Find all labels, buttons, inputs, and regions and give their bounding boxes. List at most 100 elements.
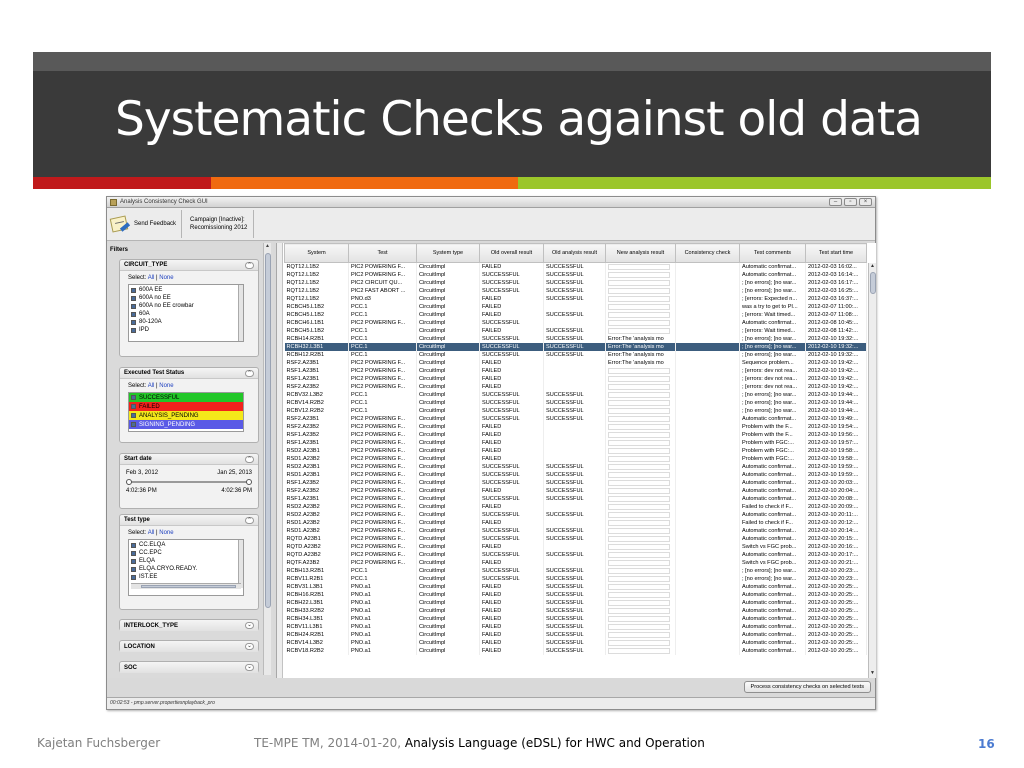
checkbox[interactable] — [131, 295, 136, 301]
table-row[interactable]: RSF2.A23B2 PIC2 POWERING F... CircuitImpl F… — [284, 487, 867, 495]
table-row[interactable]: RQT12.L1B2 PIC2 POWERING F... CircuitImpl F… — [284, 262, 867, 271]
table-row[interactable]: RQT12.L1B2 PIC2 FAST ABORT ... CircuitImpl… — [284, 287, 867, 295]
circuit-type-header[interactable]: CIRCUIT_TYPE ⌃ — [120, 260, 258, 271]
table-row[interactable]: RCBCH5.L1B2 PCC.1 CircuitImpl FAILED SUCCESS… — [284, 311, 867, 319]
circuit-type-option[interactable]: 60A — [131, 310, 241, 318]
test-type-option[interactable]: CC.ELQA — [131, 541, 241, 549]
table-row[interactable]: RCBV14.R2B2 PCC.1 CircuitImpl SUCCESSFUL SUC… — [284, 399, 867, 407]
table-row[interactable]: RCBV14.L3B2 PNO.a1 CircuitImpl FAILED SUCCES… — [284, 639, 867, 647]
table-row[interactable]: RCBH12.R2B1 PCC.1 CircuitImpl SUCCESSFUL SUC… — [284, 351, 867, 359]
test-type-option[interactable]: IST.EE — [131, 573, 241, 581]
table-row[interactable]: RSF1.A23B2 PIC2 POWERING F... CircuitImpl F… — [284, 431, 867, 439]
column-header[interactable]: Old overall result — [479, 243, 544, 263]
table-row[interactable]: RCBH34.L3B1 PNO.a1 CircuitImpl FAILED SUCCES… — [284, 615, 867, 623]
table-row[interactable]: RSD1.A23B2 PIC2 POWERING F... CircuitImpl F… — [284, 455, 867, 463]
column-header[interactable]: Test — [348, 243, 417, 263]
circuit-type-option[interactable]: 600A no EE — [131, 294, 241, 302]
test-type-option[interactable]: ELQA.CRYO.READY. — [131, 565, 241, 573]
circuit-type-option[interactable]: IPD — [131, 326, 241, 334]
table-row[interactable]: RSF2.A23B2 PIC2 POWERING F... CircuitImpl F… — [284, 423, 867, 431]
table-row[interactable]: RSF1.A23B1 PIC2 POWERING F... CircuitImpl F… — [284, 375, 867, 383]
checkbox[interactable] — [131, 319, 136, 325]
interlock-type-section[interactable]: INTERLOCK_TYPE ⌄ — [119, 619, 259, 631]
minimize-button[interactable]: – — [829, 198, 842, 206]
table-row[interactable]: RSD1.A23B2 PIC2 POWERING F... CircuitImpl S… — [284, 527, 867, 535]
location-header[interactable]: LOCATION ⌄ — [120, 641, 258, 652]
checkbox[interactable] — [131, 287, 136, 293]
table-row[interactable]: RSF1.A23B1 PIC2 POWERING F... CircuitImpl F… — [284, 367, 867, 375]
table-row[interactable]: RSF1.A23B1 PIC2 POWERING F... CircuitImpl S… — [284, 495, 867, 503]
table-row[interactable]: RSF2.A23B2 PIC2 POWERING F... CircuitImpl F… — [284, 383, 867, 391]
test-type-header[interactable]: Test type ⌃ — [120, 515, 258, 526]
collapse-icon[interactable]: ⌃ — [245, 516, 254, 524]
executed-status-header[interactable]: Executed Test Status ⌃ — [120, 368, 258, 379]
filters-scrollbar[interactable]: ▲ — [263, 243, 271, 675]
collapse-icon[interactable]: ⌃ — [245, 369, 254, 377]
table-scrollbar[interactable]: ▲ ▼ — [868, 263, 876, 678]
expand-icon[interactable]: ⌄ — [245, 622, 254, 629]
list-scrollbar[interactable] — [238, 540, 243, 588]
table-row[interactable]: RCBCH5.L1B2 PCC.1 CircuitImpl FAILED was a t… — [284, 303, 867, 311]
table-row[interactable]: RQT12.L1B2 PIC2 CIRCUIT QU... CircuitImpl S… — [284, 279, 867, 287]
select-none-link[interactable]: None — [159, 275, 173, 281]
table-row[interactable]: RQT12.L1B2 PNO.d3 CircuitImpl FAILED SUCCESS… — [284, 295, 867, 303]
process-consistency-button[interactable]: Process consistency checks on selected t… — [743, 681, 871, 693]
column-header[interactable]: System type — [416, 243, 480, 263]
circuit-type-list[interactable]: 600A EE 600A no EE 600A no EE crowbar 60A 80… — [128, 284, 244, 342]
table-row[interactable]: RQTD.A23B2 PIC2 POWERING F... CircuitImpl F… — [284, 543, 867, 551]
column-header[interactable]: Consistency check — [675, 243, 740, 263]
date-range-slider[interactable] — [126, 479, 252, 485]
scroll-up-icon[interactable]: ▲ — [264, 243, 271, 249]
table-row[interactable]: RCBH32.L3B1 PCC.1 CircuitImpl SUCCESSFUL SUC… — [284, 343, 867, 351]
table-row[interactable]: RCBCH5.L1B2 PCC.1 CircuitImpl FAILED SUCCESS… — [284, 327, 867, 335]
table-row[interactable]: RQTF.A23B2 PIC2 POWERING F... CircuitImpl F… — [284, 559, 867, 567]
send-feedback-button[interactable]: Send Feedback — [107, 210, 183, 238]
collapse-icon[interactable]: ⌃ — [245, 261, 254, 269]
filters-scroll-thumb[interactable] — [265, 253, 271, 608]
circuit-type-option[interactable]: 80-120A — [131, 318, 241, 326]
table-row[interactable]: RCBH13.R2B1 PCC.1 CircuitImpl SUCCESSFUL SUC… — [284, 567, 867, 575]
table-row[interactable]: RSD2.A23B1 PIC2 POWERING F... CircuitImpl S… — [284, 463, 867, 471]
table-row[interactable]: RCBCH6.L1B1 PIC2 POWERING F... CircuitImpl… — [284, 319, 867, 327]
table-row[interactable]: RCBH22.L3B1 PNO.a1 CircuitImpl FAILED SUCCES… — [284, 599, 867, 607]
table-row[interactable]: RSF1.A23B1 PIC2 POWERING F... CircuitImpl F… — [284, 439, 867, 447]
scroll-up-icon[interactable]: ▲ — [869, 263, 876, 271]
select-all-link[interactable]: All — [148, 530, 155, 536]
column-header[interactable]: Old analysis result — [543, 243, 606, 263]
table-row[interactable]: RSD2.A23B1 PIC2 POWERING F... CircuitImpl F… — [284, 447, 867, 455]
select-all-link[interactable]: All — [148, 383, 155, 389]
table-row[interactable]: RSF2.A23B1 PIC2 POWERING F... CircuitImpl S… — [284, 415, 867, 423]
table-row[interactable]: RQTD.A23B2 PIC2 POWERING F... CircuitImpl S… — [284, 551, 867, 559]
checkbox[interactable] — [131, 542, 136, 548]
table-row[interactable]: RCBV32.L3B2 PCC.1 CircuitImpl SUCCESSFUL SUC… — [284, 391, 867, 399]
list-horizontal-scrollbar[interactable] — [131, 583, 241, 589]
soc-section[interactable]: SOC ⌄ — [119, 661, 259, 673]
executed-status-list[interactable]: SUCCESSFUL FAILED ANALYSIS_PENDING SIGNING_… — [128, 392, 244, 432]
status-option[interactable]: SIGNING_PENDING — [129, 420, 243, 429]
expand-icon[interactable]: ⌄ — [245, 643, 254, 650]
table-row[interactable]: RQT12.L1B2 PIC2 POWERING F... CircuitImpl S… — [284, 271, 867, 279]
table-scroll-thumb[interactable] — [870, 272, 876, 294]
checkbox[interactable] — [131, 558, 136, 564]
select-none-link[interactable]: None — [159, 530, 173, 536]
soc-header[interactable]: SOC ⌄ — [120, 662, 258, 673]
status-option[interactable]: FAILED — [129, 402, 243, 411]
close-button[interactable]: × — [859, 198, 872, 206]
checkbox[interactable] — [131, 566, 136, 572]
circuit-type-option[interactable]: 600A no EE crowbar — [131, 302, 241, 310]
checkbox[interactable] — [131, 327, 136, 333]
table-row[interactable]: RCBH16.R2B1 PNO.a1 CircuitImpl FAILED SUCCES… — [284, 591, 867, 599]
table-row[interactable]: RQTD.A23B1 PIC2 POWERING F... CircuitImpl S… — [284, 535, 867, 543]
slider-end-handle[interactable] — [246, 479, 252, 485]
test-type-list[interactable]: CC.ELQA CC.EPC ELQA ELQA.CRYO.READY. IST.EE — [128, 539, 244, 596]
collapse-icon[interactable]: ⌃ — [245, 455, 254, 463]
test-type-option[interactable]: CC.EPC — [131, 549, 241, 557]
checkbox[interactable] — [131, 303, 136, 309]
circuit-type-option[interactable]: 600A EE — [131, 286, 241, 294]
slider-start-handle[interactable] — [126, 479, 132, 485]
window-titlebar[interactable]: Analysis Consistency Check GUI – ▫ × — [107, 197, 875, 208]
checkbox[interactable] — [131, 413, 136, 418]
checkbox[interactable] — [131, 550, 136, 556]
scroll-down-icon[interactable]: ▼ — [869, 670, 876, 678]
maximize-button[interactable]: ▫ — [844, 198, 857, 206]
